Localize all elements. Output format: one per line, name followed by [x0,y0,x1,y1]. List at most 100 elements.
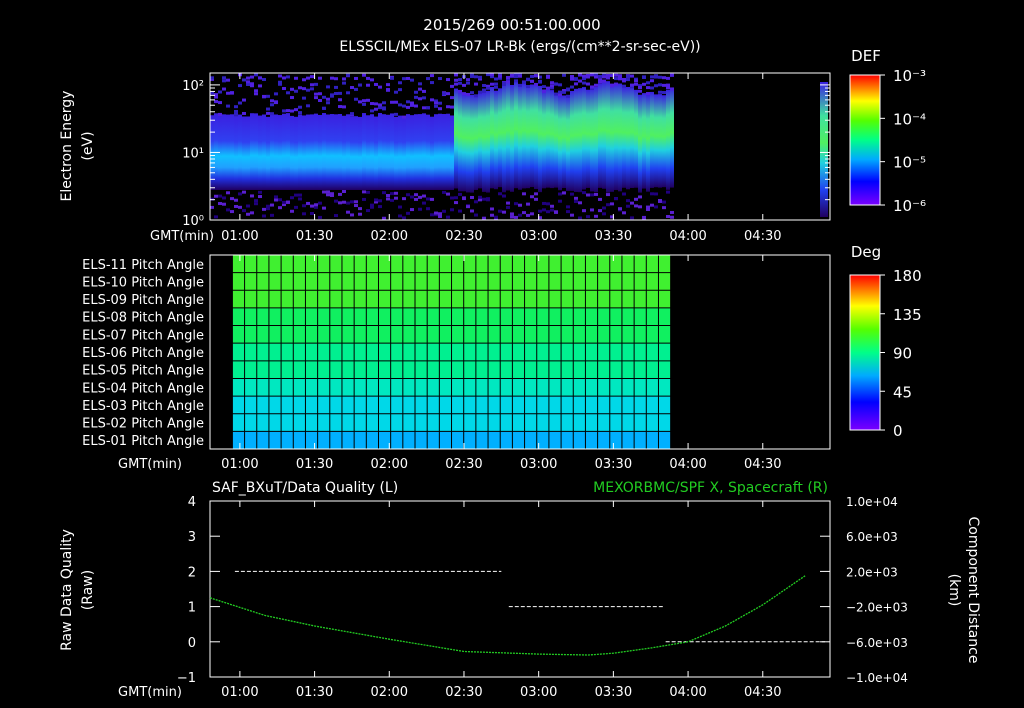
spectrogram-speckle [314,205,318,209]
spectrogram-speckle [318,201,322,205]
spectrogram-speckle [518,83,522,87]
spectrogram-speckle [546,210,550,214]
spectrogram-speckle [370,102,374,106]
spectrogram-column [254,113,258,190]
spectrogram-speckle [438,107,442,111]
spectrogram-speckle [270,213,274,217]
spectrogram-column [526,85,530,189]
spectrogram-speckle [546,86,550,90]
spectrogram-column [514,80,518,189]
spectrogram-column [398,115,402,190]
spectrogram-speckle [262,94,266,98]
energy-tick-label: 10⁰ [182,214,204,229]
left-tick-label: 0 [188,636,196,651]
spectrogram-speckle [622,79,626,83]
spectrogram-speckle [662,83,666,87]
spectrogram-speckle [450,96,454,100]
spectrogram-speckle [386,194,390,198]
spectrogram-speckle [414,193,418,197]
spectrogram-speckle [242,190,246,194]
spectrogram-speckle [334,92,338,96]
spectrogram-speckle [474,200,478,204]
spectrogram-speckle [450,196,454,200]
pitch-angle-xlabel: GMT(min) [118,457,182,472]
right-tick-label: 1.0e+04 [846,495,898,509]
spectrogram-speckle [414,90,418,94]
spectrogram-column [326,114,330,190]
spectrogram-speckle [570,85,574,89]
spectrogram-speckle [650,79,654,83]
data-quality-series [234,570,826,643]
spectrogram-speckle [670,210,674,214]
spectrogram-speckle [314,92,318,96]
timeseries-time-tick-label: 01:30 [296,685,333,700]
spectrogram-speckle [566,210,570,214]
spectrogram-speckle [646,92,650,96]
spectrogram-speckle [226,104,230,108]
spectrogram-speckle [562,90,566,94]
spectrogram-column [642,93,646,189]
spectrogram-column [242,116,246,190]
spectrogram-speckle [422,89,426,93]
component-distance-line [209,575,806,656]
spectrogram-speckle [482,88,486,92]
spectrogram-speckle [394,100,398,104]
spectrogram-speckle [470,195,474,199]
spectrogram-speckle [410,103,414,107]
spectrogram-speckle [446,92,450,96]
spectrogram-speckle [222,202,226,206]
spectrogram-speckle [438,77,442,81]
spectrogram-speckle [566,94,570,98]
spectrogram-speckle [278,74,282,78]
spectrogram-speckle [530,212,534,216]
spectrogram-speckle [362,73,366,77]
spectrogram-speckle [338,201,342,205]
spectrogram-speckle [582,74,586,78]
spectrogram-speckle [446,78,450,82]
spectrogram-speckle [290,96,294,100]
spectrogram-column [610,84,614,192]
spectrogram-speckle [342,200,346,204]
spectrogram-speckle [294,76,298,80]
spectrogram-speckle [430,213,434,217]
spectrogram-speckle [274,101,278,105]
spectrogram-speckle [598,197,602,201]
spectrogram-column [226,114,230,190]
spectrogram-speckle [634,82,638,86]
spectrogram-speckle [406,211,410,215]
spectrogram-speckle [634,204,638,208]
spectrogram-speckle [650,75,654,79]
right-y-axis: 1.0e+04 6.0e+03 2.0e+03 −2.0e+03 −6.0e+03 −1.… [820,495,908,685]
spectrogram-speckle [266,111,270,115]
spectrogram-speckle [318,98,322,102]
pitch-angle-cells [231,254,672,450]
spectrogram-speckle [326,193,330,197]
deg-colorbar-title: Deg [851,243,881,261]
spectrogram-speckle [266,107,270,111]
spectrogram-speckle [470,91,474,95]
spectrogram-speckle [414,95,418,99]
spectrogram-speckle [490,207,494,211]
spectrogram-speckle [622,192,626,196]
spectrogram-column [522,83,526,189]
timeseries-time-tick-label: 02:30 [445,685,482,700]
spectrogram-speckle [578,216,582,220]
spectrogram-speckle [638,89,642,93]
spectrogram-speckle [478,195,482,199]
spectrogram-speckle [226,208,230,212]
spectrogram-speckle [590,85,594,89]
spectrogram-speckle [394,196,398,200]
plot-subtitle: ELSSCIL/MEx ELS-07 LR-Bk (ergs/(cm**2-sr… [339,39,700,55]
spectrogram-column [550,90,554,189]
spectrogram-speckle [246,212,250,216]
spectrogram-speckle [258,76,262,80]
spectrogram-speckle [238,205,242,209]
spectrogram-speckle [210,91,214,95]
spectrogram-xlabel: GMT(min) [150,229,214,244]
spectrogram-speckle [422,96,426,100]
spectrogram-speckle [382,107,386,111]
spectrogram-speckle [282,200,286,204]
spectrogram-speckle [458,192,462,196]
spectrogram-speckle [426,77,430,81]
spectrogram-speckle [542,89,546,93]
